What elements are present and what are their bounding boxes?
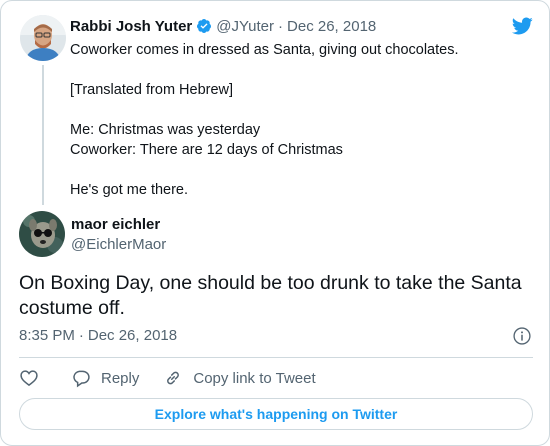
explore-twitter-button[interactable]: Explore what's happening on Twitter: [19, 398, 533, 430]
thread-connector-line: [42, 65, 44, 205]
parent-tweet-date[interactable]: Dec 26, 2018: [287, 18, 376, 35]
reply-tweet-timestamp[interactable]: 8:35 PM · Dec 26, 2018: [19, 327, 177, 344]
tweet-date: Dec 26, 2018: [87, 327, 178, 344]
tweet-actions: Reply Copy link to Tweet: [19, 367, 340, 389]
reply-button[interactable]: Reply: [71, 368, 139, 388]
reply-author-avatar[interactable]: [19, 211, 65, 257]
copy-link-label: Copy link to Tweet: [193, 369, 316, 387]
parent-author-handle[interactable]: @JYuter: [216, 18, 274, 35]
reply-label: Reply: [101, 369, 140, 387]
reply-author-handle[interactable]: @EichlerMaor: [71, 236, 166, 253]
parent-author-name[interactable]: Rabbi Josh Yuter: [70, 18, 192, 35]
info-icon[interactable]: [512, 326, 532, 346]
parent-author-avatar[interactable]: [20, 15, 66, 61]
link-icon: [167, 371, 180, 385]
verified-badge-icon: [197, 19, 212, 33]
meta-separator: ·: [78, 327, 84, 344]
dog-photo-avatar: [19, 211, 65, 257]
user-photo-avatar: [20, 15, 66, 61]
tweet-time: 8:35 PM: [19, 327, 75, 344]
copy-link-button[interactable]: Copy link to Tweet: [163, 368, 316, 388]
heart-icon: [20, 370, 38, 387]
parent-tweet-text: Coworker comes in dressed as Santa, givi…: [70, 42, 459, 198]
reply-bubble-icon: [73, 370, 90, 388]
reply-tweet-text: On Boxing Day, one should be too drunk t…: [19, 272, 522, 319]
like-button[interactable]: [19, 368, 39, 388]
action-divider: [19, 357, 533, 358]
header-separator: ·: [278, 17, 284, 35]
tweet-embed-card: Rabbi Josh Yuter @JYuter · Dec 26, 2018 …: [0, 0, 550, 446]
parent-tweet-header: Rabbi Josh Yuter @JYuter · Dec 26, 2018: [70, 16, 376, 36]
reply-author-name[interactable]: maor eichler: [71, 216, 160, 233]
twitter-bird-icon[interactable]: [510, 15, 534, 37]
